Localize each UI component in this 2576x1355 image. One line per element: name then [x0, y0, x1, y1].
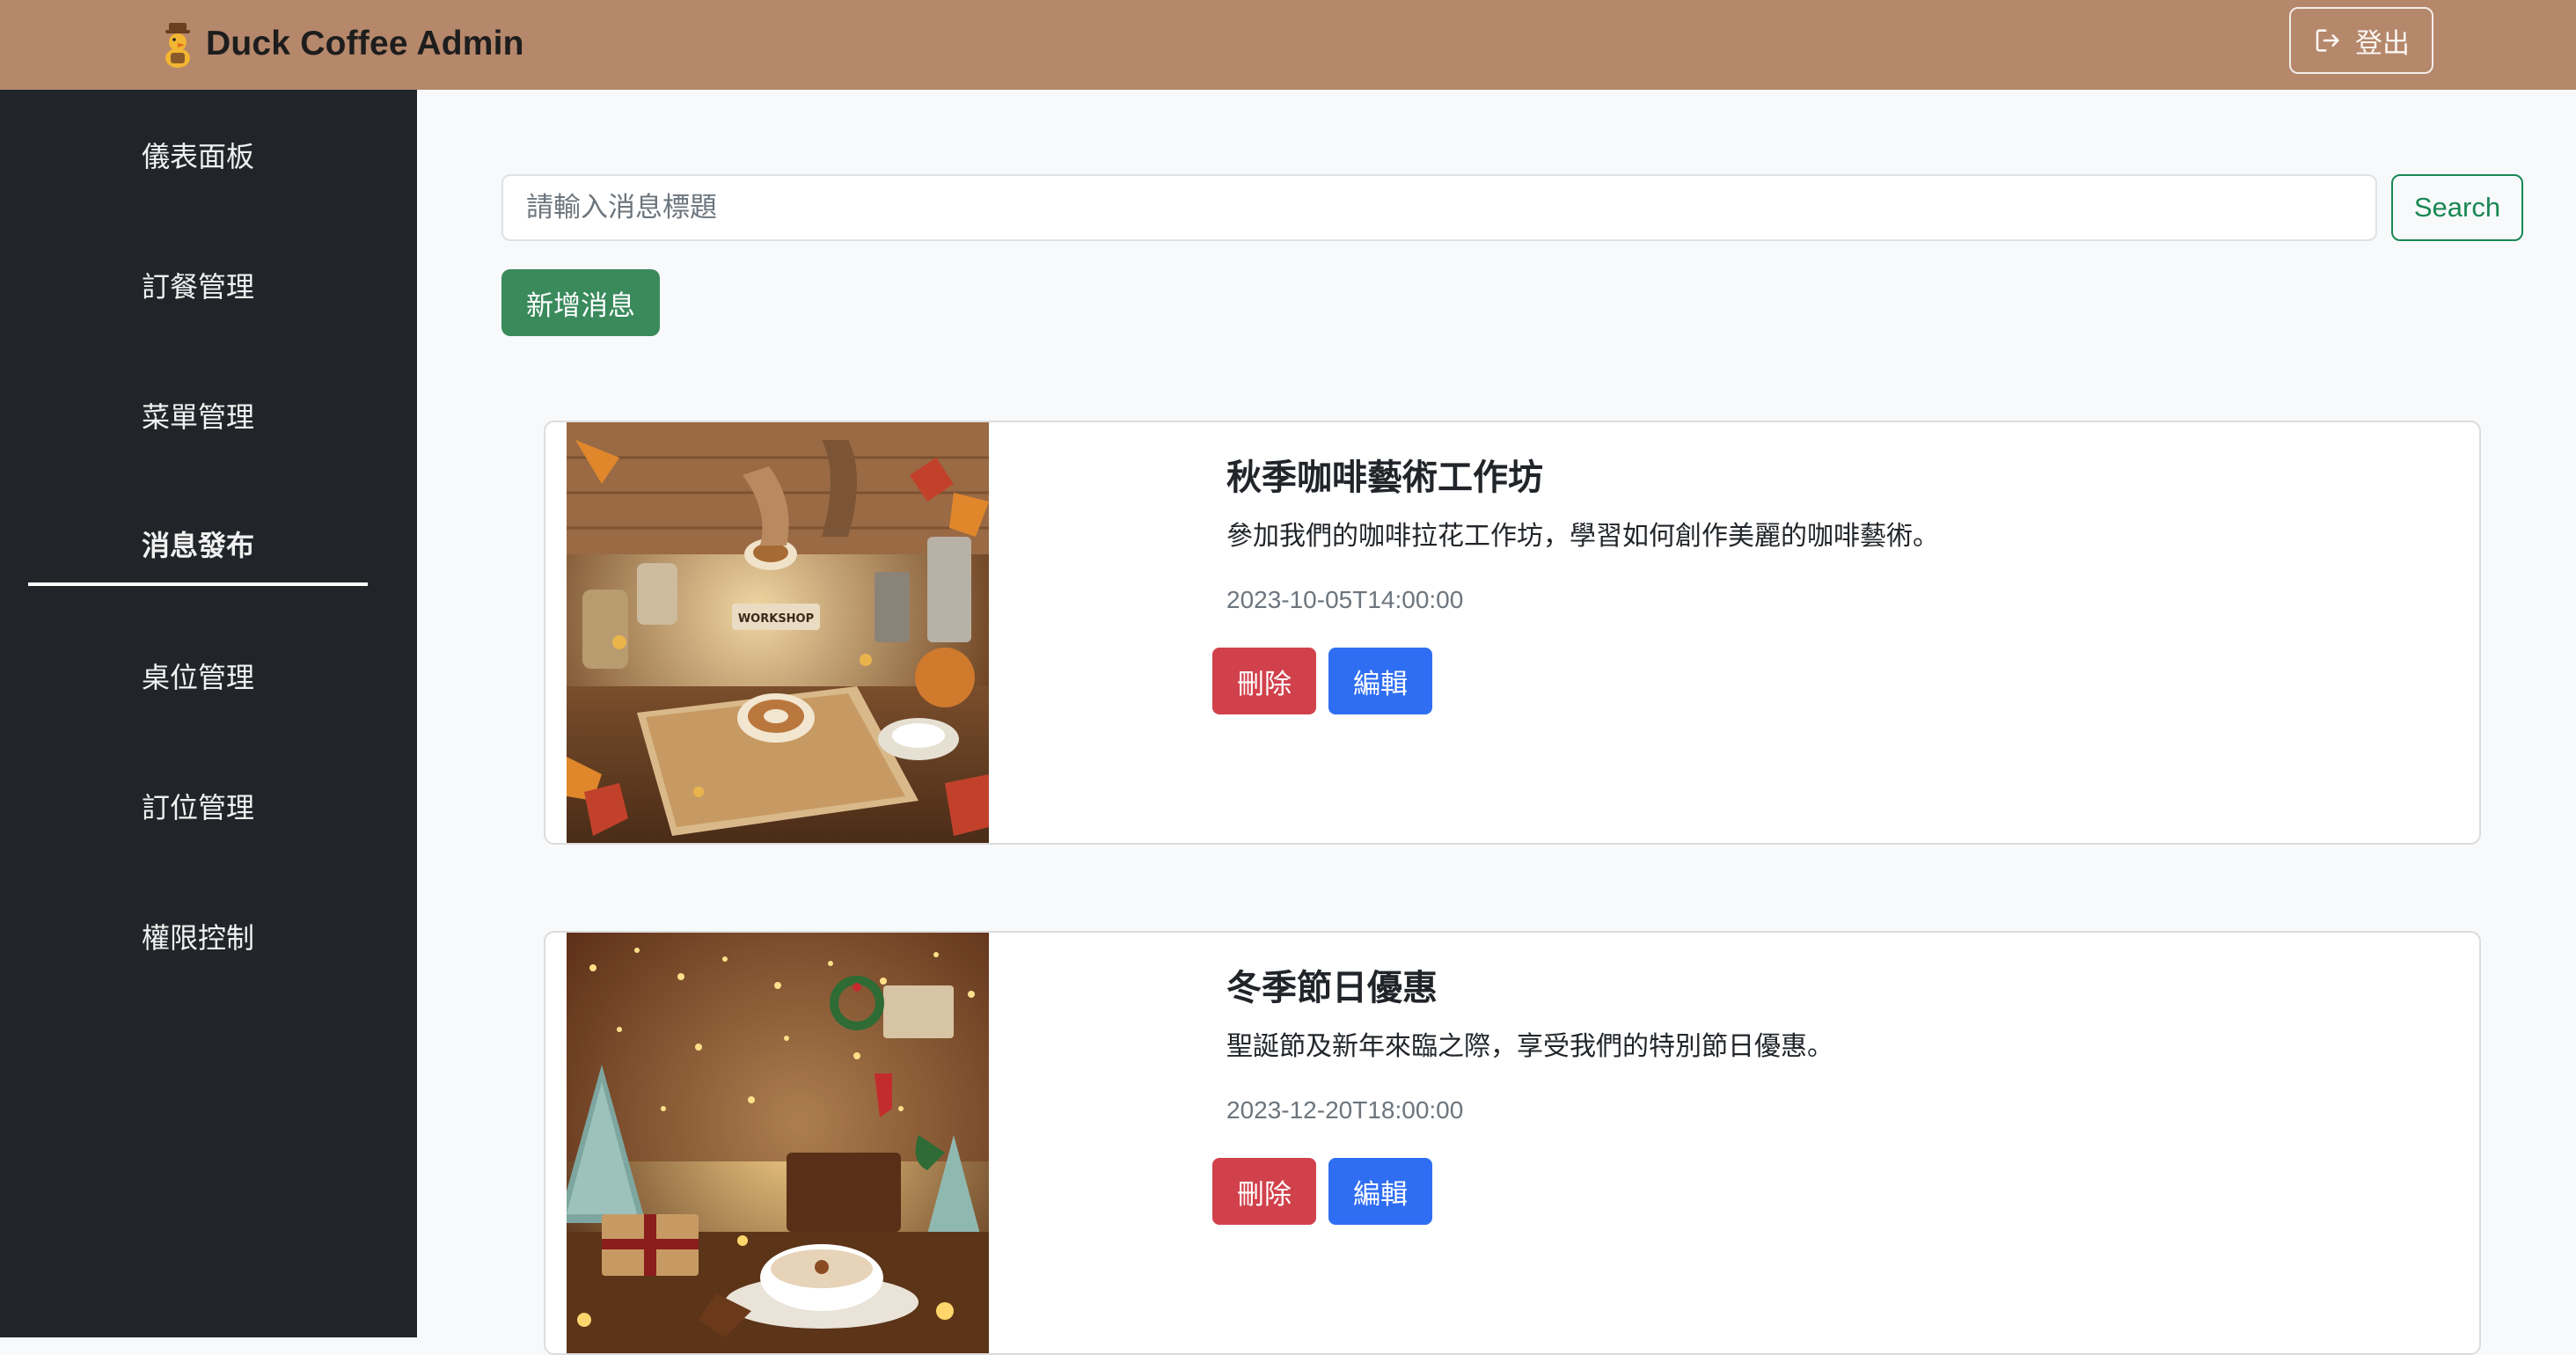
search-button[interactable]: Search [2391, 174, 2523, 241]
sidebar-item-label: 訂餐管理 [141, 270, 254, 304]
brand[interactable]: Duck Coffee Admin [158, 16, 524, 72]
add-news-label: 新增消息 [526, 289, 635, 322]
news-description: 聖誕節及新年來臨之際，享受我們的特別節日優惠。 [1226, 1031, 1833, 1062]
edit-button-label: 編輯 [1353, 1178, 1408, 1211]
sidebar-item-reservations[interactable]: 訂位管理 [28, 765, 368, 846]
sidebar-item-label: 消息發布 [141, 529, 254, 562]
sidebar-item-orders[interactable]: 訂餐管理 [28, 245, 368, 326]
news-image-graphic [567, 933, 989, 1353]
edit-button[interactable]: 編輯 [1328, 648, 1432, 714]
news-datetime: 2023-10-05T14:00:00 [1226, 586, 1464, 613]
delete-button[interactable]: 刪除 [1212, 1158, 1316, 1225]
svg-text:WORKSHOP: WORKSHOP [738, 612, 814, 626]
add-news-button[interactable]: 新增消息 [501, 269, 660, 336]
news-title: 秋季咖啡藝術工作坊 [1226, 458, 1543, 498]
search-button-label: Search [2413, 192, 2501, 223]
sidebar-item-label: 儀表面板 [141, 140, 254, 173]
search-input[interactable] [501, 174, 2377, 241]
sidebar-item-permissions[interactable]: 權限控制 [28, 896, 368, 977]
news-description: 參加我們的咖啡拉花工作坊，學習如何創作美麗的咖啡藝術。 [1226, 521, 1939, 552]
news-card: WORKSHOP 秋季咖啡藝術工作坊 參加我們的咖啡拉花工作坊，學習如何創作美麗… [544, 421, 2481, 845]
sidebar-item-label: 訂位管理 [141, 791, 254, 824]
delete-button[interactable]: 刪除 [1212, 648, 1316, 714]
news-image-graphic: WORKSHOP [567, 422, 989, 843]
sidebar-item-label: 桌位管理 [141, 661, 254, 694]
sidebar: 儀表面板 訂餐管理 菜單管理 消息發布 桌位管理 訂位管理 權限控制 [0, 90, 417, 1337]
logout-icon [2316, 29, 2339, 52]
sidebar-item-label: 權限控制 [141, 921, 254, 955]
sidebar-item-menu[interactable]: 菜單管理 [28, 375, 368, 456]
sidebar-item-tables[interactable]: 桌位管理 [28, 635, 368, 716]
sidebar-item-news[interactable]: 消息發布 [28, 505, 368, 586]
edit-button-label: 編輯 [1353, 668, 1408, 700]
delete-button-label: 刪除 [1237, 668, 1292, 700]
news-datetime: 2023-12-20T18:00:00 [1226, 1096, 1464, 1124]
sidebar-item-dashboard[interactable]: 儀表面板 [28, 114, 368, 195]
logout-button[interactable]: 登出 [2289, 7, 2433, 74]
top-navbar: Duck Coffee Admin 登出 [0, 0, 2576, 90]
news-card: 冬季節日優惠 聖誕節及新年來臨之際，享受我們的特別節日優惠。 2023-12-2… [544, 931, 2481, 1355]
app-title: Duck Coffee Admin [206, 25, 524, 62]
news-image: WORKSHOP [567, 422, 989, 843]
news-image [567, 933, 989, 1353]
sidebar-item-label: 菜單管理 [141, 400, 254, 434]
edit-button[interactable]: 編輯 [1328, 1158, 1432, 1225]
news-title: 冬季節日優惠 [1226, 968, 1438, 1008]
logout-label: 登出 [2355, 27, 2410, 60]
duck-mascot-icon [165, 23, 190, 68]
delete-button-label: 刪除 [1237, 1178, 1292, 1211]
